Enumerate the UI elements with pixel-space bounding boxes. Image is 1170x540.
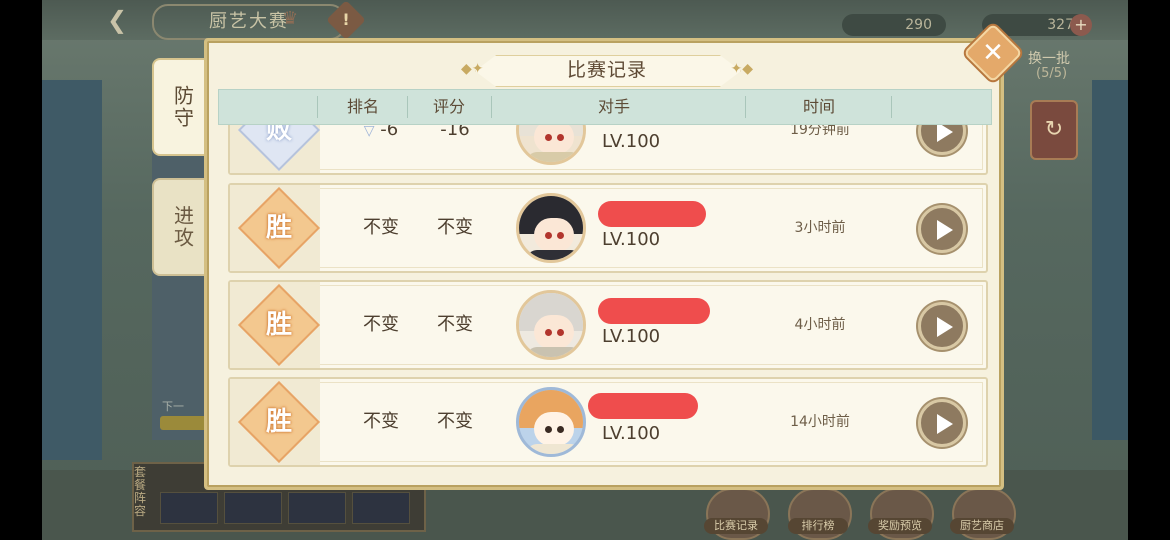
score-change: 不变 <box>437 411 473 432</box>
opponent-avatar <box>516 193 586 263</box>
result-cell: 败 <box>230 125 321 173</box>
match-row: 胜 不变 不变 LV.100 4小时前 <box>228 280 988 370</box>
opponent-level: LV.100 <box>602 229 661 250</box>
match-list[interactable]: 败 ▽ -6 -16 LV.100 19分钟前 胜 不变 不变 LV.100 3… <box>218 125 992 477</box>
add-currency-icon[interactable]: + <box>1070 14 1092 36</box>
event-title: 厨艺大赛 <box>152 4 346 40</box>
match-row: 胜 不变 不变 LV.100 14小时前 <box>228 377 988 467</box>
refresh-button[interactable]: ↻ <box>1030 100 1078 160</box>
score-change: 不变 <box>437 217 473 238</box>
header-divider <box>891 96 892 118</box>
match-time: 4小时前 <box>794 317 846 333</box>
result-text: 胜 <box>265 310 292 340</box>
rank-change: 不变 <box>363 314 399 335</box>
refresh-label: 换一批 <box>1028 51 1070 67</box>
refresh-count: (5/5) <box>1036 66 1068 81</box>
match-time: 14小时前 <box>790 414 850 430</box>
crown-icon: ♛ <box>282 8 299 29</box>
result-text: 胜 <box>265 213 292 243</box>
result-cell: 胜 <box>230 282 321 368</box>
close-icon: ✕ <box>982 38 1004 68</box>
team-slot[interactable] <box>224 492 282 524</box>
dialog-title: 比赛记录 <box>566 59 647 81</box>
background-panel <box>1092 80 1128 440</box>
column-time: 时间 <box>802 97 835 116</box>
rank-change-value: -6 <box>380 125 399 140</box>
column-rank: 排名 <box>346 97 379 116</box>
opponent-avatar <box>516 125 586 165</box>
redacted-name <box>598 298 710 324</box>
result-text: 胜 <box>265 407 292 437</box>
match-time: 3小时前 <box>794 220 846 236</box>
result-cell: 胜 <box>230 185 321 271</box>
match-row: 胜 不变 不变 LV.100 3小时前 <box>228 183 988 273</box>
ornament-icon: ✦◆ <box>730 61 754 77</box>
team-slot[interactable] <box>160 492 218 524</box>
column-score: 评分 <box>432 97 465 116</box>
nav-label: 比赛记录 <box>704 518 768 534</box>
info-alert-icon[interactable]: ! <box>326 0 366 40</box>
dialog-title-banner: ◆✦ 比赛记录 ✦◆ <box>461 55 753 87</box>
next-progress-bar <box>160 416 210 430</box>
rank-change: 不变 <box>363 411 399 432</box>
background-panel <box>42 80 102 460</box>
replay-button[interactable] <box>918 302 966 350</box>
nav-label: 厨艺商店 <box>950 518 1014 534</box>
play-icon <box>937 220 953 240</box>
score-change: 不变 <box>437 314 473 335</box>
tab-attack[interactable]: 进攻 <box>152 178 212 276</box>
play-icon <box>937 317 953 337</box>
header-divider <box>317 96 318 118</box>
team-slot[interactable] <box>352 492 410 524</box>
currency-counter-1: 290 <box>842 14 946 36</box>
nav-label: 排行榜 <box>788 518 848 534</box>
result-text: 败 <box>265 125 292 145</box>
team-lineup-label: 套餐阵容 <box>134 465 147 518</box>
rank-change: ▽ -6 <box>346 125 416 173</box>
redacted-name <box>588 393 698 419</box>
rank-change: 不变 <box>363 217 399 238</box>
result-cell: 胜 <box>230 379 321 465</box>
match-row: 败 ▽ -6 -16 LV.100 19分钟前 <box>228 125 988 175</box>
header-divider <box>491 96 492 118</box>
play-icon <box>937 125 953 142</box>
back-arrow-icon[interactable]: ❮ <box>100 6 134 34</box>
match-time: 19分钟前 <box>790 125 850 138</box>
nav-label: 奖励预览 <box>868 518 932 534</box>
opponent-level: LV.100 <box>602 131 661 152</box>
score-change: -16 <box>440 125 470 140</box>
opponent-level: LV.100 <box>602 423 661 444</box>
tab-defense[interactable]: 防守 <box>152 58 212 156</box>
column-opponent: 对手 <box>597 97 630 116</box>
opponent-level: LV.100 <box>602 326 661 347</box>
play-icon <box>937 414 953 434</box>
header-divider <box>745 96 746 118</box>
team-slot[interactable] <box>288 492 346 524</box>
header-divider <box>407 96 408 118</box>
diamond-icon: ▽ <box>363 125 375 139</box>
table-header: 排名 评分 对手 时间 <box>218 89 992 125</box>
replay-button[interactable] <box>918 205 966 253</box>
next-label: 下一 <box>162 400 184 413</box>
opponent-avatar <box>516 387 586 457</box>
redacted-name <box>598 201 706 227</box>
opponent-avatar <box>516 290 586 360</box>
refresh-icon: ↻ <box>1044 117 1064 142</box>
replay-button[interactable] <box>918 399 966 447</box>
